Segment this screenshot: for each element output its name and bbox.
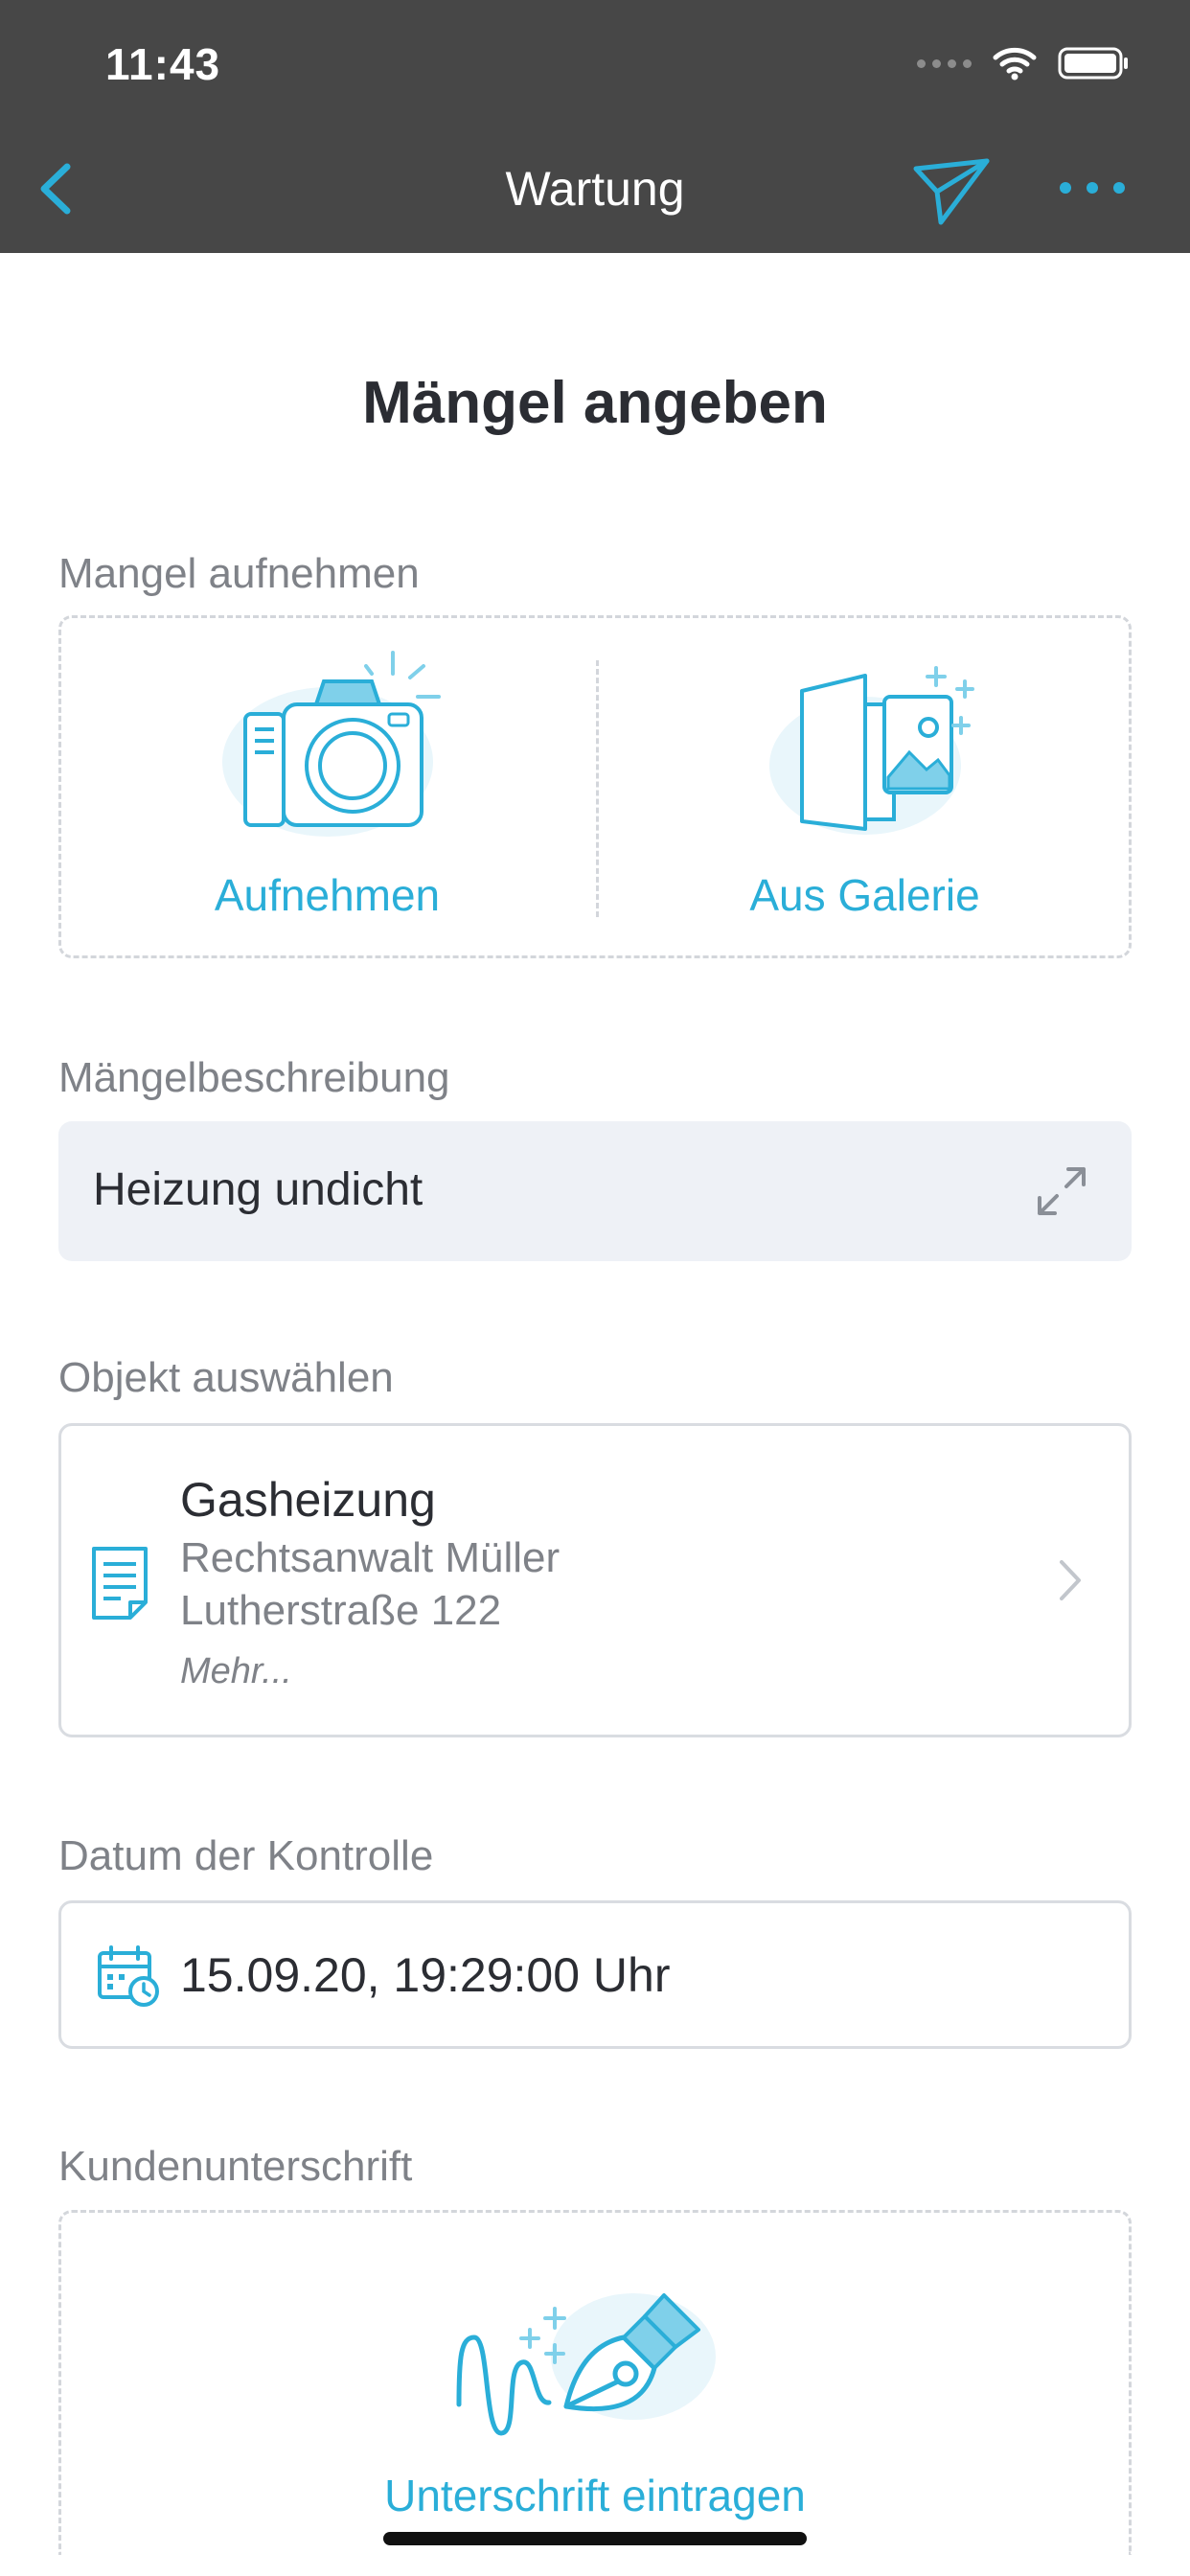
date-value: 15.09.20, 19:29:00 Uhr (180, 1948, 671, 2002)
description-section-label: Mängelbeschreibung (58, 1054, 450, 1101)
object-select-card[interactable]: Gasheizung Rechtsanwalt Müller Lutherstr… (58, 1423, 1132, 1737)
navigation-bar: 11:43 Wartung (0, 0, 1190, 253)
capture-section-label: Mangel aufnehmen (58, 550, 420, 597)
gallery-icon (768, 666, 974, 835)
camera-icon (221, 651, 441, 837)
document-icon (92, 1547, 148, 1620)
more-icon[interactable] (1054, 171, 1131, 205)
wifi-icon (993, 47, 1037, 80)
object-name: Gasheizung (180, 1473, 436, 1527)
expand-icon[interactable] (1030, 1160, 1093, 1223)
object-section-label: Objekt auswählen (58, 1354, 394, 1401)
object-more-link[interactable]: Mehr... (180, 1651, 292, 1692)
home-indicator (383, 2532, 807, 2545)
take-photo-button[interactable]: Aufnehmen (61, 618, 593, 955)
status-indicators (917, 44, 1131, 82)
date-picker-field[interactable]: 15.09.20, 19:29:00 Uhr (58, 1900, 1132, 2049)
description-field[interactable]: Heizung undicht (58, 1121, 1132, 1261)
chevron-right-icon (1060, 1560, 1081, 1600)
battery-icon (1058, 47, 1128, 80)
signature-button-label: Unterschrift eintragen (384, 2471, 806, 2520)
capture-panel: Aufnehmen Aus Galerie (58, 615, 1132, 958)
page-title: Mängel angeben (362, 370, 828, 436)
nav-title: Wartung (505, 162, 685, 216)
object-address: Lutherstraße 122 (180, 1587, 502, 1634)
gallery-button[interactable]: Aus Galerie (599, 618, 1131, 955)
pen-signature-icon (456, 2293, 716, 2436)
status-time: 11:43 (105, 39, 221, 89)
signature-panel: Unterschrift eintragen (58, 2210, 1132, 2555)
signature-button[interactable]: Unterschrift eintragen (61, 2213, 1129, 2558)
signature-section-label: Kundenunterschrift (58, 2143, 413, 2190)
object-customer: Rechtsanwalt Müller (180, 1534, 561, 1581)
send-icon[interactable] (908, 153, 995, 230)
cellular-signal-icon (917, 58, 972, 68)
take-photo-label: Aufnehmen (214, 870, 441, 920)
calendar-clock-icon (98, 1945, 159, 2007)
date-section-label: Datum der Kontrolle (58, 1832, 434, 1879)
description-value: Heizung undicht (93, 1164, 423, 1215)
gallery-label: Aus Galerie (749, 870, 980, 920)
